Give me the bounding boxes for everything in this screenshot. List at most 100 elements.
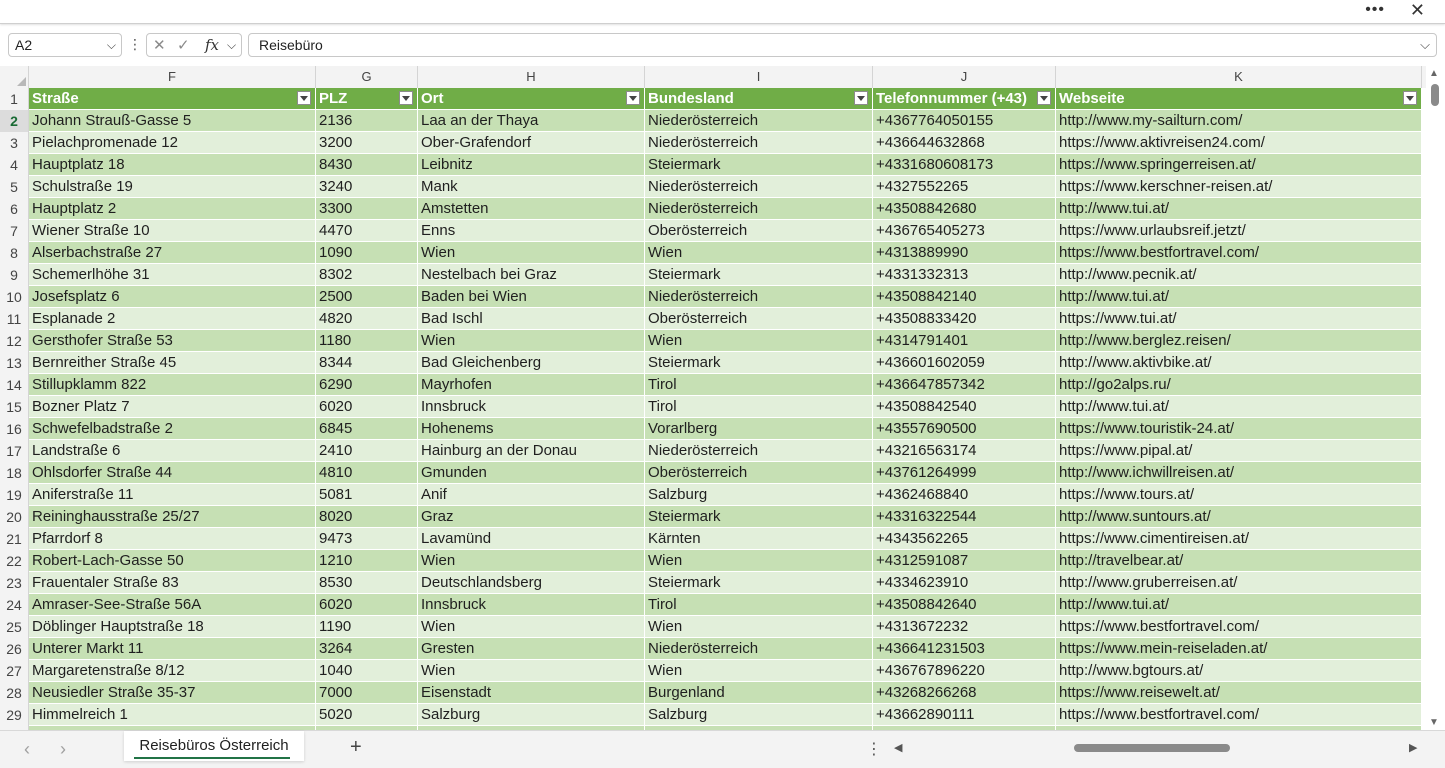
header-cell[interactable]: Webseite xyxy=(1056,88,1422,110)
table-cell[interactable]: Lavamünd xyxy=(418,528,645,550)
table-cell[interactable]: Steiermark xyxy=(645,264,873,286)
row-number[interactable]: 29 xyxy=(0,704,29,726)
formula-input[interactable]: Reisebüro ⌵ xyxy=(248,33,1437,57)
table-cell[interactable]: Wiener Straße 10 xyxy=(29,220,316,242)
name-box[interactable]: A2 ⌵ xyxy=(8,33,122,57)
table-cell[interactable]: https://www.cimentireisen.at/ xyxy=(1056,528,1422,550)
table-cell[interactable]: https://www.touristik-24.at/ xyxy=(1056,418,1422,440)
filter-dropdown-icon[interactable] xyxy=(1037,91,1051,105)
column-header-i[interactable]: I xyxy=(645,66,873,88)
table-cell[interactable]: +43508842640 xyxy=(873,594,1056,616)
header-cell[interactable]: Straße xyxy=(29,88,316,110)
table-cell[interactable]: Bad Ischl xyxy=(418,308,645,330)
table-cell[interactable]: Kärnten xyxy=(645,528,873,550)
table-cell[interactable]: Wien xyxy=(418,550,645,572)
sheet-bar-options-icon[interactable]: ⋮ xyxy=(866,739,882,759)
table-cell[interactable]: 9473 xyxy=(316,528,418,550)
table-cell[interactable]: Pielachpromenade 12 xyxy=(29,132,316,154)
column-header-g[interactable]: G xyxy=(316,66,418,88)
table-cell[interactable]: Hainburg an der Donau xyxy=(418,440,645,462)
table-cell[interactable]: Schulstraße 19 xyxy=(29,176,316,198)
table-cell[interactable]: +43268266268 xyxy=(873,682,1056,704)
header-cell[interactable]: PLZ xyxy=(316,88,418,110)
row-number[interactable]: 10 xyxy=(0,286,29,308)
table-cell[interactable]: 1180 xyxy=(316,330,418,352)
filter-dropdown-icon[interactable] xyxy=(399,91,413,105)
table-cell[interactable]: Esplanade 2 xyxy=(29,308,316,330)
table-cell[interactable]: 1090 xyxy=(316,242,418,264)
table-cell[interactable]: Margaretenstraße 8/12 xyxy=(29,660,316,682)
table-cell[interactable]: Stillupklamm 822 xyxy=(29,374,316,396)
table-cell[interactable]: +43508842680 xyxy=(873,198,1056,220)
table-cell[interactable]: https://www.bestfortravel.com/ xyxy=(1056,704,1422,726)
row-number[interactable]: 6 xyxy=(0,198,29,220)
table-cell[interactable]: +4327552265 xyxy=(873,176,1056,198)
table-cell[interactable]: Ober-Grafendorf xyxy=(418,132,645,154)
filter-dropdown-icon[interactable] xyxy=(297,91,311,105)
next-sheet-icon[interactable]: › xyxy=(60,739,66,760)
row-number[interactable]: 28 xyxy=(0,682,29,704)
filter-dropdown-icon[interactable] xyxy=(854,91,868,105)
table-cell[interactable]: +4314791401 xyxy=(873,330,1056,352)
table-cell[interactable]: Frauentaler Straße 83 xyxy=(29,572,316,594)
table-cell[interactable]: Bad Gleichenberg xyxy=(418,352,645,374)
row-number[interactable]: 24 xyxy=(0,594,29,616)
table-cell[interactable]: Ohlsdorfer Straße 44 xyxy=(29,462,316,484)
table-cell[interactable]: +43508842140 xyxy=(873,286,1056,308)
sheet-tab-active[interactable]: Reisebüros Österreich xyxy=(124,731,304,761)
table-cell[interactable]: Tirol xyxy=(645,374,873,396)
table-cell[interactable]: Wien xyxy=(418,242,645,264)
vertical-scroll-thumb[interactable] xyxy=(1431,84,1439,106)
table-cell[interactable]: http://www.bgtours.at/ xyxy=(1056,660,1422,682)
table-cell[interactable]: Tirol xyxy=(645,594,873,616)
table-cell[interactable]: Oberösterreich xyxy=(645,220,873,242)
row-number[interactable]: 20 xyxy=(0,506,29,528)
table-cell[interactable]: Amraser-See-Straße 56A xyxy=(29,594,316,616)
table-cell[interactable]: https://www.bestfortravel.com/ xyxy=(1056,242,1422,264)
close-icon[interactable]: ✕ xyxy=(1410,0,1425,21)
row-number[interactable]: 27 xyxy=(0,660,29,682)
spreadsheet-grid[interactable]: FGHIJK 1 Straße PLZ Ort Bundesland Telefonnu… xyxy=(0,66,1426,730)
select-all-corner[interactable] xyxy=(0,66,29,88)
table-cell[interactable]: +43508842540 xyxy=(873,396,1056,418)
table-cell[interactable]: +43557690500 xyxy=(873,418,1056,440)
table-cell[interactable]: Wien xyxy=(645,242,873,264)
table-cell[interactable]: Niederösterreich xyxy=(645,176,873,198)
table-cell[interactable]: 3300 xyxy=(316,198,418,220)
table-cell[interactable]: https://www.urlaubsreif.jetzt/ xyxy=(1056,220,1422,242)
table-cell[interactable]: 8344 xyxy=(316,352,418,374)
table-cell[interactable]: 2136 xyxy=(316,110,418,132)
table-cell[interactable]: http://www.tui.at/ xyxy=(1056,396,1422,418)
add-sheet-button[interactable]: + xyxy=(350,736,362,759)
table-cell[interactable]: http://www.aktivbike.at/ xyxy=(1056,352,1422,374)
table-cell[interactable]: 4810 xyxy=(316,462,418,484)
table-cell[interactable]: Niederösterreich xyxy=(645,110,873,132)
row-number[interactable]: 21 xyxy=(0,528,29,550)
table-cell[interactable]: 2410 xyxy=(316,440,418,462)
table-cell[interactable]: Graz xyxy=(418,506,645,528)
table-cell[interactable]: http://travelbear.at/ xyxy=(1056,550,1422,572)
table-cell[interactable]: Alserbachstraße 27 xyxy=(29,242,316,264)
table-cell[interactable]: Amstetten xyxy=(418,198,645,220)
table-cell[interactable]: Innsbruck xyxy=(418,594,645,616)
table-cell[interactable]: Burgenland xyxy=(645,682,873,704)
table-cell[interactable]: https://www.springerreisen.at/ xyxy=(1056,154,1422,176)
table-cell[interactable]: Unterer Markt 11 xyxy=(29,638,316,660)
table-cell[interactable]: https://www.bestfortravel.com/ xyxy=(1056,616,1422,638)
table-cell[interactable]: Vorarlberg xyxy=(645,418,873,440)
table-cell[interactable]: https://www.kerschner-reisen.at/ xyxy=(1056,176,1422,198)
table-cell[interactable]: Bozner Platz 7 xyxy=(29,396,316,418)
table-cell[interactable]: https://www.tours.at/ xyxy=(1056,484,1422,506)
row-number[interactable]: 23 xyxy=(0,572,29,594)
row-number[interactable]: 1 xyxy=(0,88,29,110)
table-cell[interactable]: http://www.pecnik.at/ xyxy=(1056,264,1422,286)
table-cell[interactable]: Tirol xyxy=(645,396,873,418)
table-cell[interactable]: +43761264999 xyxy=(873,462,1056,484)
table-cell[interactable]: Neusiedler Straße 35-37 xyxy=(29,682,316,704)
table-cell[interactable]: http://www.my-sailturn.com/ xyxy=(1056,110,1422,132)
row-number[interactable]: 18 xyxy=(0,462,29,484)
table-cell[interactable]: Bernreither Straße 45 xyxy=(29,352,316,374)
table-cell[interactable]: Pfarrdorf 8 xyxy=(29,528,316,550)
scroll-right-icon[interactable]: ▶ xyxy=(1409,741,1417,754)
table-cell[interactable]: Niederösterreich xyxy=(645,286,873,308)
